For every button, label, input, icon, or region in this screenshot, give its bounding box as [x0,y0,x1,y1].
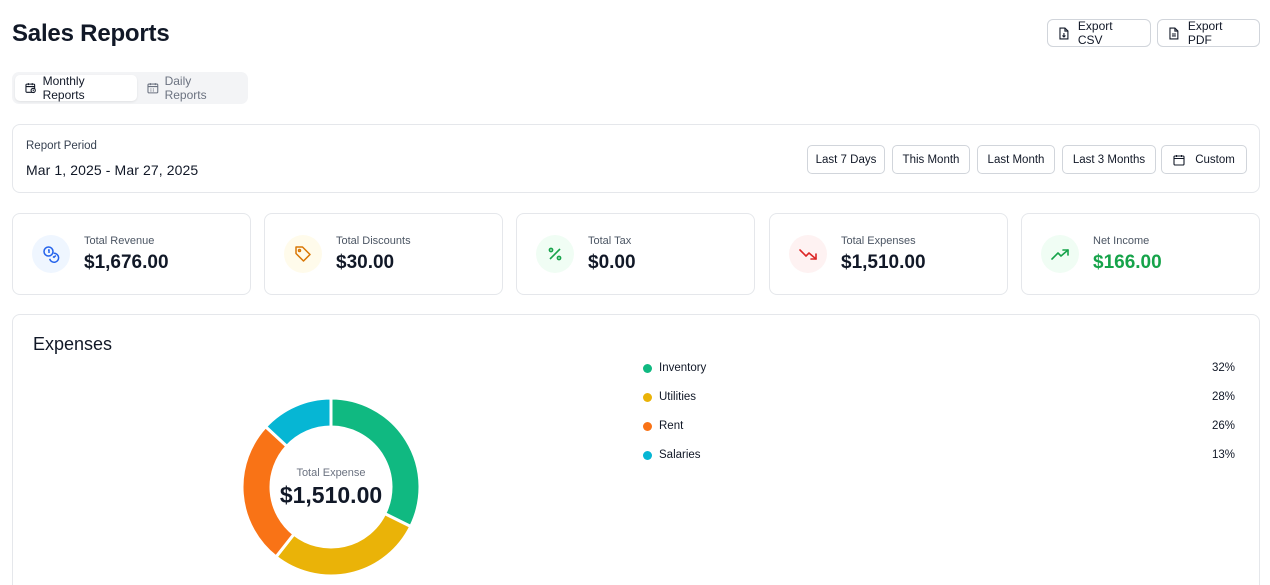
legend-item-utilities: Utilities 28% [643,389,1235,405]
stat-card-total-revenue: Total Revenue $1,676.00 [12,213,251,295]
range-last-3-months-button[interactable]: Last 3 Months [1062,145,1156,174]
legend-percent: 28% [1211,391,1235,403]
stat-card-net-income: Net Income $166.00 [1021,213,1260,295]
tab-label: Daily Reports [164,74,207,102]
trending-down-icon [789,235,827,273]
stat-label: Total Expenses [841,235,916,247]
legend-item-rent: Rent 26% [643,418,1235,434]
page-title: Sales Reports [12,20,170,47]
calendar-icon [147,83,159,94]
stat-value: $166.00 [1093,252,1162,273]
report-period-card: Report Period Mar 1, 2025 - Mar 27, 2025… [12,124,1260,193]
stat-card-total-discounts: Total Discounts $30.00 [264,213,503,295]
stat-label: Total Discounts [336,235,411,247]
calendar-clock-icon [25,83,36,94]
expenses-card: Expenses Total Expense $1,510.00 Invento… [12,314,1260,585]
export-csv-button[interactable]: Export CSV [1047,19,1151,47]
stat-card-total-tax: Total Tax $0.00 [516,213,755,295]
export-csv-label: Export CSV [1077,19,1113,47]
report-period-label: Report Period [26,140,97,152]
stat-value: $1,676.00 [84,252,169,273]
expenses-title: Expenses [33,334,113,354]
tag-icon [284,235,322,273]
stat-card-total-expenses: Total Expenses $1,510.00 [769,213,1008,295]
report-tabs: Monthly Reports Daily Reports [12,72,248,104]
range-custom-label: Custom [1195,153,1235,166]
legend-item-salaries: Salaries 13% [643,447,1235,463]
legend-dot [643,363,652,373]
file-text-icon [1169,27,1179,39]
range-last-7-days-button[interactable]: Last 7 Days [807,145,885,174]
legend-dot [643,421,652,431]
legend-percent: 26% [1211,420,1235,432]
legend-percent: 13% [1211,449,1235,461]
tab-label: Monthly Reports [42,74,85,102]
legend-label: Utilities [659,391,697,403]
stat-label: Total Tax [588,235,632,247]
tab-monthly-reports[interactable]: Monthly Reports [15,74,137,102]
donut-center-label: Total Expense [296,467,366,479]
percent-icon [536,235,574,273]
donut-slice-utilities[interactable] [273,511,413,577]
tab-daily-reports[interactable]: Daily Reports [137,74,245,102]
legend-label: Inventory [659,362,707,374]
range-last-month-button[interactable]: Last Month [977,145,1055,174]
calendar-icon [1173,154,1185,166]
legend-percent: 32% [1211,362,1235,374]
trending-up-icon [1041,235,1079,273]
legend-dot [643,450,652,460]
legend-dot [643,392,652,402]
legend-label: Salaries [659,449,701,461]
donut-center-value: $1,510.00 [279,482,383,508]
coins-icon [32,235,70,273]
export-pdf-button[interactable]: Export PDF [1157,19,1260,47]
range-custom-button[interactable]: Custom [1161,145,1247,174]
legend-label: Rent [659,420,684,432]
legend-item-inventory: Inventory 32% [643,360,1235,376]
export-pdf-label: Export PDF [1187,19,1223,47]
range-this-month-button[interactable]: This Month [892,145,970,174]
report-period-value: Mar 1, 2025 - Mar 27, 2025 [26,162,199,178]
stat-value: $0.00 [588,252,636,273]
stat-label: Total Revenue [84,235,155,247]
file-export-icon [1059,27,1069,39]
stat-label: Net Income [1093,235,1150,247]
stat-value: $1,510.00 [841,252,926,273]
stat-value: $30.00 [336,252,395,273]
